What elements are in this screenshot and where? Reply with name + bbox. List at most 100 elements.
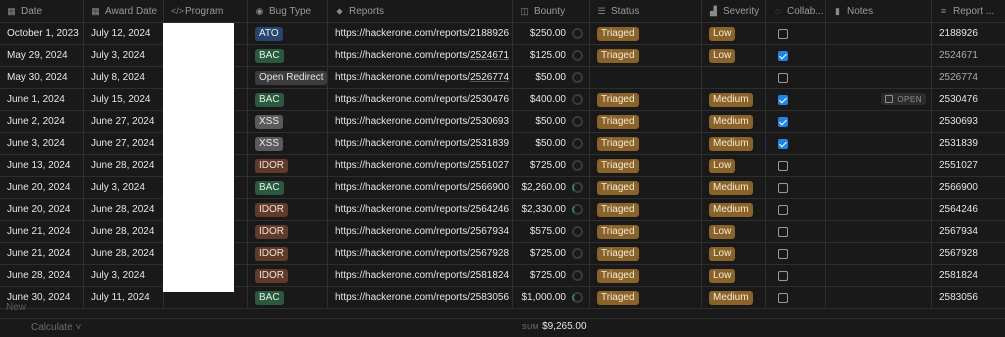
bug-type-cell[interactable]: IDOR	[248, 265, 328, 286]
bounty-cell[interactable]: $2,260.00	[513, 177, 590, 198]
award-date-cell[interactable]: July 3, 2024	[84, 265, 164, 286]
collab-checkbox[interactable]	[778, 270, 788, 281]
report-url-cell[interactable]: https://hackerone.com/reports/2188926	[328, 23, 513, 44]
report-url-link[interactable]: https://hackerone.com/reports/2567934	[335, 226, 509, 237]
status-cell[interactable]: Triaged	[590, 287, 702, 308]
collab-cell[interactable]	[766, 23, 826, 44]
bug-type-cell[interactable]: IDOR	[248, 199, 328, 220]
report-url-link[interactable]: https://hackerone.com/reports/2524671	[335, 50, 509, 61]
table-row[interactable]: June 2, 2024 June 27, 2024 XSS https://hack…	[0, 111, 1005, 133]
bug-type-cell[interactable]: BAC	[248, 287, 328, 308]
report-url-cell[interactable]: https://hackerone.com/reports/2526774	[328, 67, 513, 88]
report-id-cell[interactable]: 2530693	[932, 111, 1005, 132]
award-date-cell[interactable]: June 27, 2024	[84, 133, 164, 154]
collab-cell[interactable]	[766, 133, 826, 154]
report-url-cell[interactable]: https://hackerone.com/reports/2564246	[328, 199, 513, 220]
status-cell[interactable]: Triaged	[590, 221, 702, 242]
report-url-cell[interactable]: https://hackerone.com/reports/2531839	[328, 133, 513, 154]
table-row[interactable]: June 20, 2024 July 3, 2024 BAC https://hack…	[0, 177, 1005, 199]
award-date-cell[interactable]: June 28, 2024	[84, 221, 164, 242]
collab-checkbox[interactable]	[778, 72, 788, 83]
collab-cell[interactable]	[766, 155, 826, 176]
status-cell[interactable]: Triaged	[590, 45, 702, 66]
award-date-cell[interactable]: July 15, 2024	[84, 89, 164, 110]
bug-type-cell[interactable]: IDOR	[248, 155, 328, 176]
collab-checkbox[interactable]	[778, 50, 788, 61]
notes-cell[interactable]	[826, 45, 932, 66]
bounty-cell[interactable]: $1,000.00	[513, 287, 590, 308]
table-row[interactable]: June 30, 2024 July 11, 2024 BAC https://hac…	[0, 287, 1005, 309]
award-date-cell[interactable]: July 12, 2024	[84, 23, 164, 44]
status-cell[interactable]: Triaged	[590, 155, 702, 176]
calculate-button[interactable]: Calculate ˅	[31, 322, 81, 333]
severity-cell[interactable]: Medium	[702, 287, 766, 308]
table-row[interactable]: June 20, 2024 June 28, 2024 IDOR https://ha…	[0, 199, 1005, 221]
report-id-cell[interactable]: 2530476	[932, 89, 1005, 110]
report-url-link[interactable]: https://hackerone.com/reports/2530476	[335, 94, 509, 105]
notes-cell[interactable]	[826, 221, 932, 242]
date-cell[interactable]: June 2, 2024	[0, 111, 84, 132]
status-cell[interactable]: Triaged	[590, 243, 702, 264]
date-cell[interactable]: May 29, 2024	[0, 45, 84, 66]
column-header-report-id[interactable]: ≡ Report ...	[932, 0, 1005, 22]
collab-checkbox[interactable]	[778, 94, 788, 105]
bounty-cell[interactable]: $400.00	[513, 89, 590, 110]
report-id-cell[interactable]: 2581824	[932, 265, 1005, 286]
bounty-cell[interactable]: $2,330.00	[513, 199, 590, 220]
report-url-link[interactable]: https://hackerone.com/reports/2530693	[335, 116, 509, 127]
bug-type-cell[interactable]: IDOR	[248, 221, 328, 242]
collab-cell[interactable]	[766, 199, 826, 220]
severity-cell[interactable]: Medium	[702, 177, 766, 198]
collab-checkbox[interactable]	[778, 138, 788, 149]
status-cell[interactable]: Triaged	[590, 23, 702, 44]
report-url-link[interactable]: https://hackerone.com/reports/2566900	[335, 182, 509, 193]
report-url-cell[interactable]: https://hackerone.com/reports/2566900	[328, 177, 513, 198]
report-url-link[interactable]: https://hackerone.com/reports/2567928	[335, 248, 509, 259]
collab-checkbox[interactable]	[778, 116, 788, 127]
collab-cell[interactable]	[766, 89, 826, 110]
severity-cell[interactable]: Medium	[702, 133, 766, 154]
report-id-cell[interactable]: 2583056	[932, 287, 1005, 308]
award-date-cell[interactable]: July 11, 2024	[84, 287, 164, 308]
report-id-cell[interactable]: 2551027	[932, 155, 1005, 176]
table-row[interactable]: June 13, 2024 June 28, 2024 IDOR https://ha…	[0, 155, 1005, 177]
award-date-cell[interactable]: July 8, 2024	[84, 67, 164, 88]
severity-cell[interactable]: Low	[702, 23, 766, 44]
notes-cell[interactable]	[826, 199, 932, 220]
severity-cell[interactable]: Low	[702, 155, 766, 176]
date-cell[interactable]: May 30, 2024	[0, 67, 84, 88]
notes-cell[interactable]	[826, 155, 932, 176]
award-date-cell[interactable]: July 3, 2024	[84, 45, 164, 66]
report-url-link[interactable]: https://hackerone.com/reports/2583056	[335, 292, 509, 303]
report-url-link[interactable]: https://hackerone.com/reports/2581824	[335, 270, 509, 281]
collab-checkbox[interactable]	[778, 204, 788, 215]
report-id-cell[interactable]: 2567934	[932, 221, 1005, 242]
status-cell[interactable]: Triaged	[590, 199, 702, 220]
collab-checkbox[interactable]	[778, 226, 788, 237]
date-cell[interactable]: June 21, 2024	[0, 243, 84, 264]
bug-type-cell[interactable]: IDOR	[248, 243, 328, 264]
collab-cell[interactable]	[766, 177, 826, 198]
award-date-cell[interactable]: June 28, 2024	[84, 199, 164, 220]
bounty-cell[interactable]: $725.00	[513, 243, 590, 264]
collab-cell[interactable]	[766, 67, 826, 88]
severity-cell[interactable]	[702, 67, 766, 88]
report-url-cell[interactable]: https://hackerone.com/reports/2551027	[328, 155, 513, 176]
notes-cell[interactable]	[826, 23, 932, 44]
award-date-cell[interactable]: July 3, 2024	[84, 177, 164, 198]
collab-cell[interactable]	[766, 45, 826, 66]
report-id-cell[interactable]: 2188926	[932, 23, 1005, 44]
table-row[interactable]: May 30, 2024 July 8, 2024 Open Redirect htt…	[0, 67, 1005, 89]
collab-cell[interactable]	[766, 243, 826, 264]
open-row-button[interactable]: OPEN	[881, 93, 926, 105]
column-header-bounty[interactable]: ◫ Bounty	[513, 0, 590, 22]
table-row[interactable]: October 1, 2023 July 12, 2024 ATO https://h…	[0, 23, 1005, 45]
table-row[interactable]: June 21, 2024 June 28, 2024 IDOR https://ha…	[0, 221, 1005, 243]
bug-type-cell[interactable]: XSS	[248, 133, 328, 154]
report-id-cell[interactable]: 2567928	[932, 243, 1005, 264]
column-header-severity[interactable]: ▟ Severity	[702, 0, 766, 22]
collab-checkbox[interactable]	[778, 160, 788, 171]
severity-cell[interactable]: Medium	[702, 111, 766, 132]
column-header-notes[interactable]: ▮ Notes	[826, 0, 932, 22]
date-cell[interactable]: June 20, 2024	[0, 199, 84, 220]
